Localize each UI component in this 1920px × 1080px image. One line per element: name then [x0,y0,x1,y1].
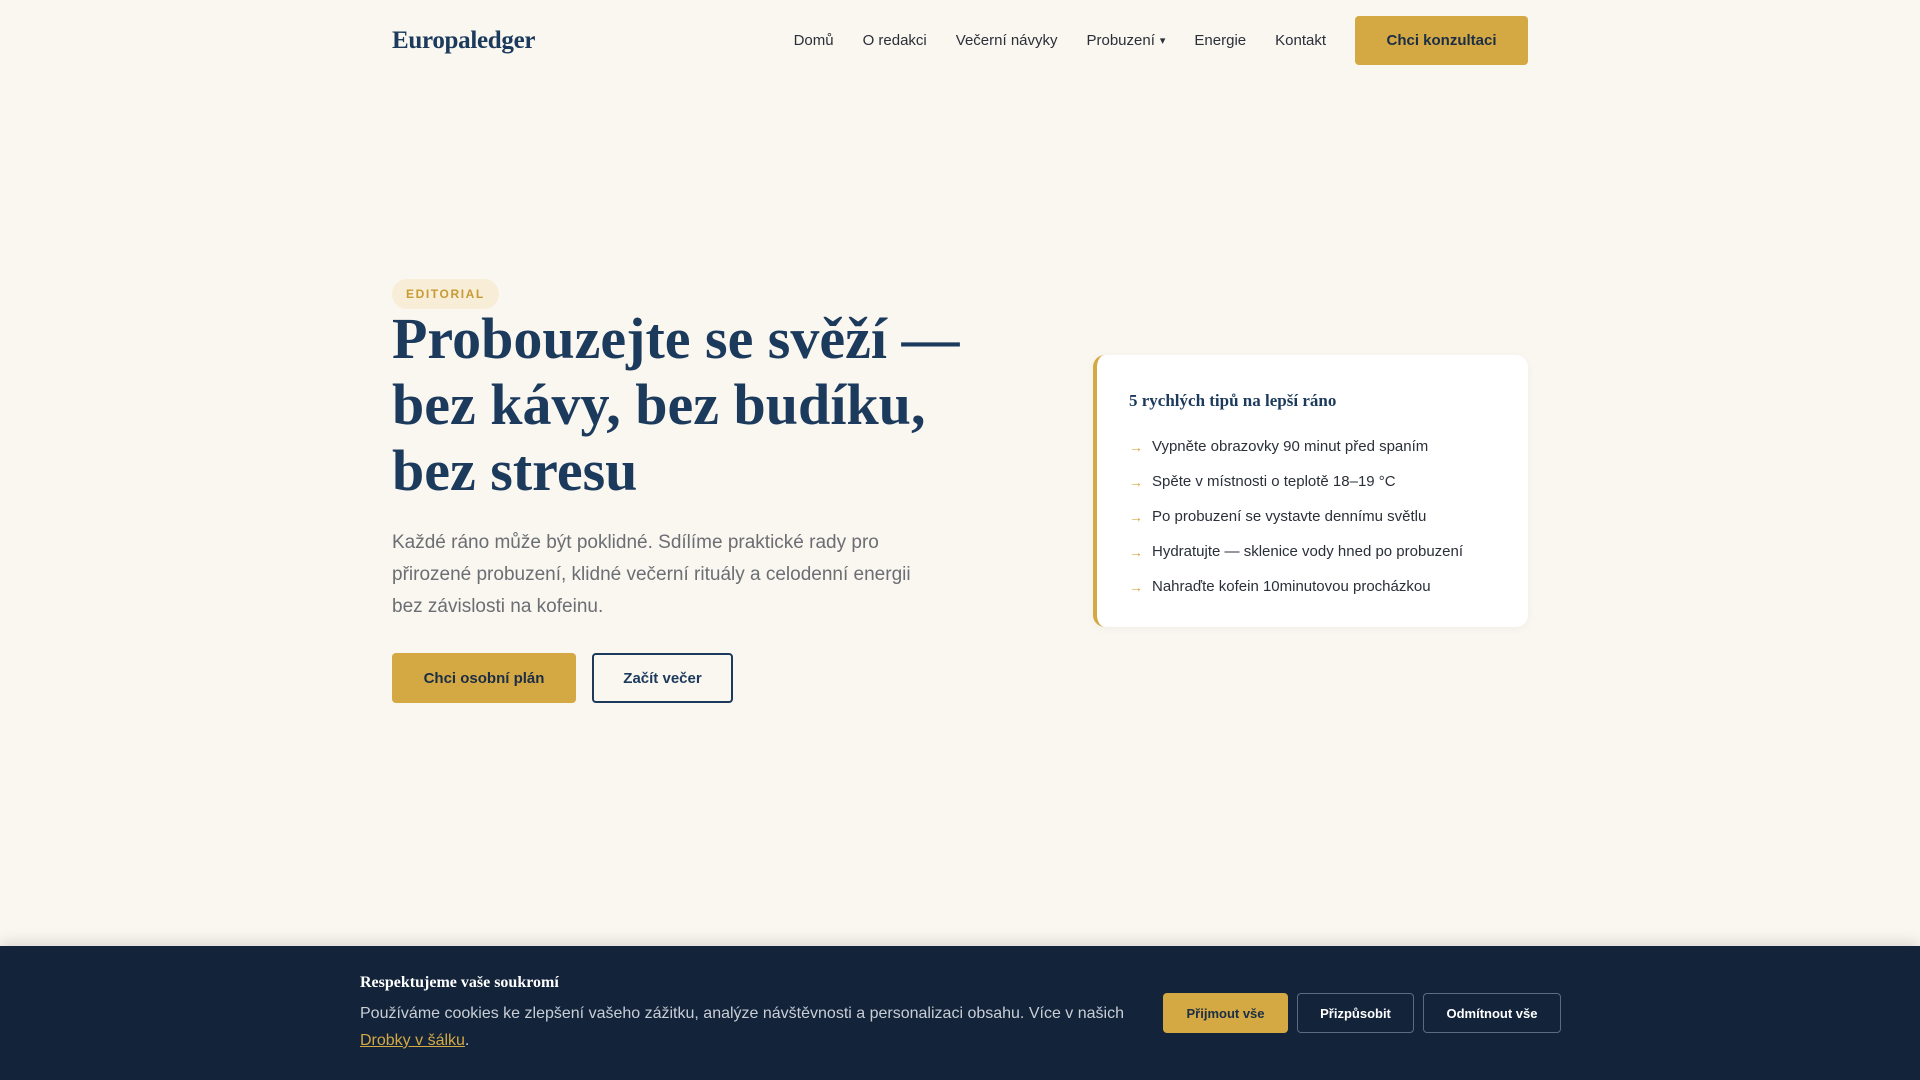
tip-text: Vypněte obrazovky 90 minut před spaním [1152,438,1429,455]
tip-item: → Vypněte obrazovky 90 minut před spaním [1129,429,1498,464]
reject-all-button[interactable]: Odmítnout vše [1423,993,1561,1033]
arrow-right-icon: → [1129,578,1143,595]
editorial-badge: EDITORIAL [392,279,499,309]
cookie-description: Používáme cookies ke zlepšení vašeho záž… [360,1000,1140,1054]
start-evening-button[interactable]: Začít večer [592,653,733,703]
arrow-right-icon: → [1129,438,1143,455]
arrow-right-icon: → [1129,473,1143,490]
tips-title: 5 rychlých tipů na lepší ráno [1129,391,1337,410]
tip-item: → Po probuzení se vystavte dennímu světl… [1129,499,1498,534]
hero-actions: Chci osobní plán Začít večer [392,653,733,703]
nav-item-domu[interactable]: Domů [794,32,834,49]
cookie-body-text: Používáme cookies ke zlepšení vašeho záž… [360,1005,1124,1022]
nav-item-vecerni-navyky[interactable]: Večerní návyky [956,32,1058,49]
hero-title-line: bez kávy, bez budíku, [392,372,926,437]
tip-text: Hydratujte — sklenice vody hned po probu… [1152,543,1464,560]
main-nav: Domů O redakci Večerní návyky Probuzení … [794,32,1326,49]
cookie-banner: Respektujeme vaše soukromí Používáme coo… [0,946,1920,1080]
site-logo[interactable]: Europaledger [392,27,535,55]
personal-plan-button[interactable]: Chci osobní plán [392,653,576,703]
arrow-right-icon: → [1129,508,1143,525]
nav-item-kontakt[interactable]: Kontakt [1275,32,1326,49]
hero-title-line: bez stresu [392,438,638,503]
hero-title: Probouzejte se svěží — bez kávy, bez bud… [392,306,1012,504]
nav-item-probuzeni-label: Probuzení [1086,32,1155,49]
arrow-right-icon: → [1129,543,1143,560]
accept-all-button[interactable]: Přijmout vše [1163,993,1288,1033]
tips-card: 5 rychlých tipů na lepší ráno → Vypněte … [1093,355,1528,627]
tip-text: Nahraďte kofein 10minutovou procházkou [1152,578,1431,595]
tip-text: Spěte v místnosti o teplotě 18–19 °C [1152,473,1396,490]
cookie-policy-link[interactable]: Drobky v šálku [360,1032,465,1049]
tip-item: → Spěte v místnosti o teplotě 18–19 °C [1129,464,1498,499]
site-header: Europaledger Domů O redakci Večerní návy… [392,16,1528,65]
cookie-text-block: Respektujeme vaše soukromí Používáme coo… [360,974,1140,1054]
tip-text: Po probuzení se vystavte dennímu světlu [1152,508,1427,525]
cookie-trailing: . [464,1032,470,1049]
cookie-title: Respektujeme vaše soukromí [360,974,559,991]
hero-title-line: Probouzejte se svěží — [392,306,960,371]
consultation-button[interactable]: Chci konzultaci [1355,16,1528,65]
tip-item: → Nahraďte kofein 10minutovou procházkou [1129,569,1498,604]
hero-subtitle: Každé ráno může být poklidné. Sdílíme pr… [392,532,911,617]
nav-item-probuzeni-dropdown[interactable]: Probuzení ▾ [1087,32,1166,49]
customize-button[interactable]: Přizpůsobit [1297,993,1414,1033]
tip-item: → Hydratujte — sklenice vody hned po pro… [1129,534,1498,569]
nav-item-energie[interactable]: Energie [1194,32,1246,49]
cookie-actions: Přijmout vše Přizpůsobit Odmítnout vše [1163,993,1561,1033]
chevron-down-icon: ▾ [1159,35,1166,47]
nav-item-o-redakci[interactable]: O redakci [863,32,927,49]
